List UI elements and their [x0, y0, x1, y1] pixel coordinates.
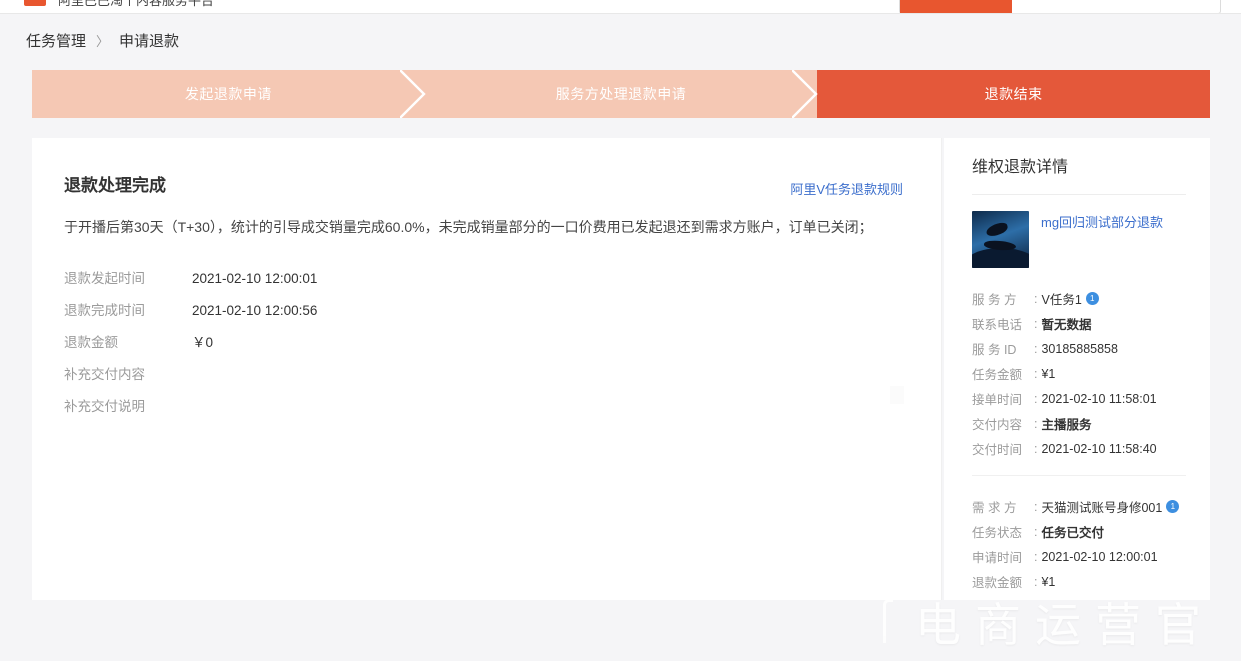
- info-colon: :: [1034, 416, 1038, 431]
- refund-detail-list: 退款发起时间 2021-02-10 12:00:01 退款完成时间 2021-0…: [32, 238, 941, 428]
- info-label: 交付时间: [972, 443, 1023, 457]
- info-colon: :: [1034, 291, 1038, 306]
- info-row: 申请时间 : 2021-02-10 12:00:01: [972, 544, 1190, 569]
- info-colon: :: [1034, 549, 1038, 564]
- info-colon: :: [1034, 499, 1038, 514]
- info-colon: :: [1034, 441, 1038, 456]
- main-content: 退款处理完成 阿里V任务退款规则 于开播后第30天（T+30），统计的引导成交销…: [32, 138, 1210, 600]
- info-row: 交付内容 : 主播服务: [972, 411, 1190, 436]
- detail-row: 退款完成时间 2021-02-10 12:00:56: [64, 300, 941, 332]
- refund-status-panel: 退款处理完成 阿里V任务退款规则 于开播后第30天（T+30），统计的引导成交销…: [32, 138, 942, 600]
- step-refund-finished-label: 退款结束: [984, 86, 1043, 102]
- step-provider-handles-refund[interactable]: 服务方处理退款申请: [424, 70, 819, 118]
- detail-label: 退款发起时间: [64, 271, 145, 286]
- info-value: 主播服务: [1041, 418, 1092, 432]
- sidebar-title: 维权退款详情: [972, 159, 1069, 176]
- info-value: 2021-02-10 11:58:01: [1041, 391, 1157, 406]
- info-value: 任务已交付: [1041, 526, 1104, 540]
- dolphin-thumbnail-icon: [972, 211, 1029, 268]
- detail-label: 补充交付内容: [64, 367, 145, 382]
- watermark-bracket-icon: [883, 599, 893, 643]
- info-label: 联系电话: [972, 318, 1023, 332]
- detail-row: 退款金额 ￥0: [64, 332, 941, 364]
- refund-rule-link[interactable]: 阿里V任务退款规则: [790, 180, 903, 200]
- info-label: 接单时间: [972, 393, 1023, 407]
- info-row: 退款金额 : ¥1: [972, 569, 1190, 594]
- verified-badge-icon: 1: [1085, 292, 1099, 305]
- breadcrumb-separator-icon: 〉: [96, 34, 110, 49]
- info-colon: :: [1034, 391, 1038, 406]
- product-name-link[interactable]: mg回归测试部分退款: [1041, 211, 1163, 233]
- render-artifact: [890, 386, 904, 404]
- info-label: 申请时间: [972, 551, 1023, 565]
- info-label: 任务状态: [972, 526, 1023, 540]
- info-colon: :: [1034, 341, 1038, 356]
- step-refund-finished[interactable]: 退款结束: [817, 70, 1210, 118]
- detail-value: 2021-02-10 12:00:01: [192, 271, 318, 286]
- step-provider-handles-refund-label: 服务方处理退款申请: [555, 86, 687, 102]
- refund-progress-stepper: 发起退款申请 服务方处理退款申请 退款结束: [32, 70, 1210, 118]
- product-summary: mg回归测试部分退款: [972, 195, 1190, 268]
- global-search-box[interactable]: [899, 0, 1221, 13]
- step-arrow-icon: [399, 70, 426, 118]
- alibaba-logo-icon: [24, 0, 46, 6]
- info-row: 交付时间 : 2021-02-10 11:58:40: [972, 436, 1190, 461]
- detail-row: 补充交付内容: [64, 364, 941, 396]
- topbar-title: 阿里巴巴淘个内容服务平台: [58, 0, 215, 8]
- info-label: 服 务 方: [972, 293, 1017, 307]
- refund-detail-sidebar: 维权退款详情 mg回归测试部分退款 服 务 方 : V任务1 1 联系电话 : …: [944, 138, 1210, 600]
- refund-description: 于开播后第30天（T+30），统计的引导成交销量完成60.0%，未完成销量部分的…: [64, 219, 873, 235]
- info-label: 退款金额: [972, 576, 1023, 590]
- breadcrumb-item-task-management[interactable]: 任务管理: [26, 30, 86, 54]
- info-label: 任务金额: [972, 368, 1023, 382]
- breadcrumb-item-apply-refund: 申请退款: [119, 33, 180, 50]
- step-initiate-refund-label: 发起退款申请: [184, 86, 272, 102]
- info-value: ¥1: [1041, 574, 1056, 589]
- info-value: ¥1: [1041, 366, 1056, 381]
- service-provider-info: 服 务 方 : V任务1 1 联系电话 : 暂无数据 服 务 ID : 3018…: [972, 268, 1190, 461]
- detail-label: 退款金额: [64, 335, 118, 350]
- detail-value: ￥0: [192, 335, 214, 350]
- detail-row: 退款发起时间 2021-02-10 12:00:01: [64, 268, 941, 300]
- global-topbar: 阿里巴巴淘个内容服务平台: [0, 0, 1241, 14]
- step-arrow-icon: [792, 70, 819, 118]
- info-label: 服 务 ID: [972, 343, 1017, 357]
- detail-value: 2021-02-10 12:00:56: [192, 303, 318, 318]
- verified-badge-icon: 1: [1166, 500, 1180, 513]
- detail-label: 退款完成时间: [64, 303, 145, 318]
- info-colon: :: [1034, 316, 1038, 331]
- info-value: 2021-02-10 12:00:01: [1041, 549, 1158, 564]
- detail-label: 补充交付说明: [64, 399, 145, 414]
- info-row: 任务金额 : ¥1: [972, 361, 1190, 386]
- info-value: 30185885858: [1041, 341, 1118, 356]
- info-row: 需 求 方 : 天猫测试账号身修001 1: [972, 494, 1190, 519]
- info-value: 2021-02-10 11:58:40: [1041, 441, 1157, 456]
- detail-row: 补充交付说明: [64, 396, 941, 428]
- page-title: 退款处理完成: [64, 176, 166, 195]
- info-row: 联系电话 : 暂无数据: [972, 311, 1190, 336]
- info-value: 暂无数据: [1041, 318, 1092, 332]
- info-row: 服 务 ID : 30185885858: [972, 336, 1190, 361]
- refund-status-header: 退款处理完成 阿里V任务退款规则: [32, 138, 941, 200]
- info-label: 交付内容: [972, 418, 1023, 432]
- step-initiate-refund[interactable]: 发起退款申请: [32, 70, 426, 118]
- info-row: 任务状态 : 任务已交付: [972, 519, 1190, 544]
- demander-info: 需 求 方 : 天猫测试账号身修001 1 任务状态 : 任务已交付 申请时间 …: [972, 476, 1190, 594]
- info-row: 接单时间 : 2021-02-10 11:58:01: [972, 386, 1190, 411]
- info-value: 天猫测试账号身修001: [1041, 501, 1163, 515]
- search-submit-button[interactable]: [900, 0, 1012, 13]
- info-value: V任务1: [1041, 293, 1082, 307]
- info-row: 服 务 方 : V任务1 1: [972, 286, 1190, 311]
- info-label: 需 求 方: [972, 501, 1017, 515]
- breadcrumb: 任务管理 〉 申请退款: [26, 30, 179, 54]
